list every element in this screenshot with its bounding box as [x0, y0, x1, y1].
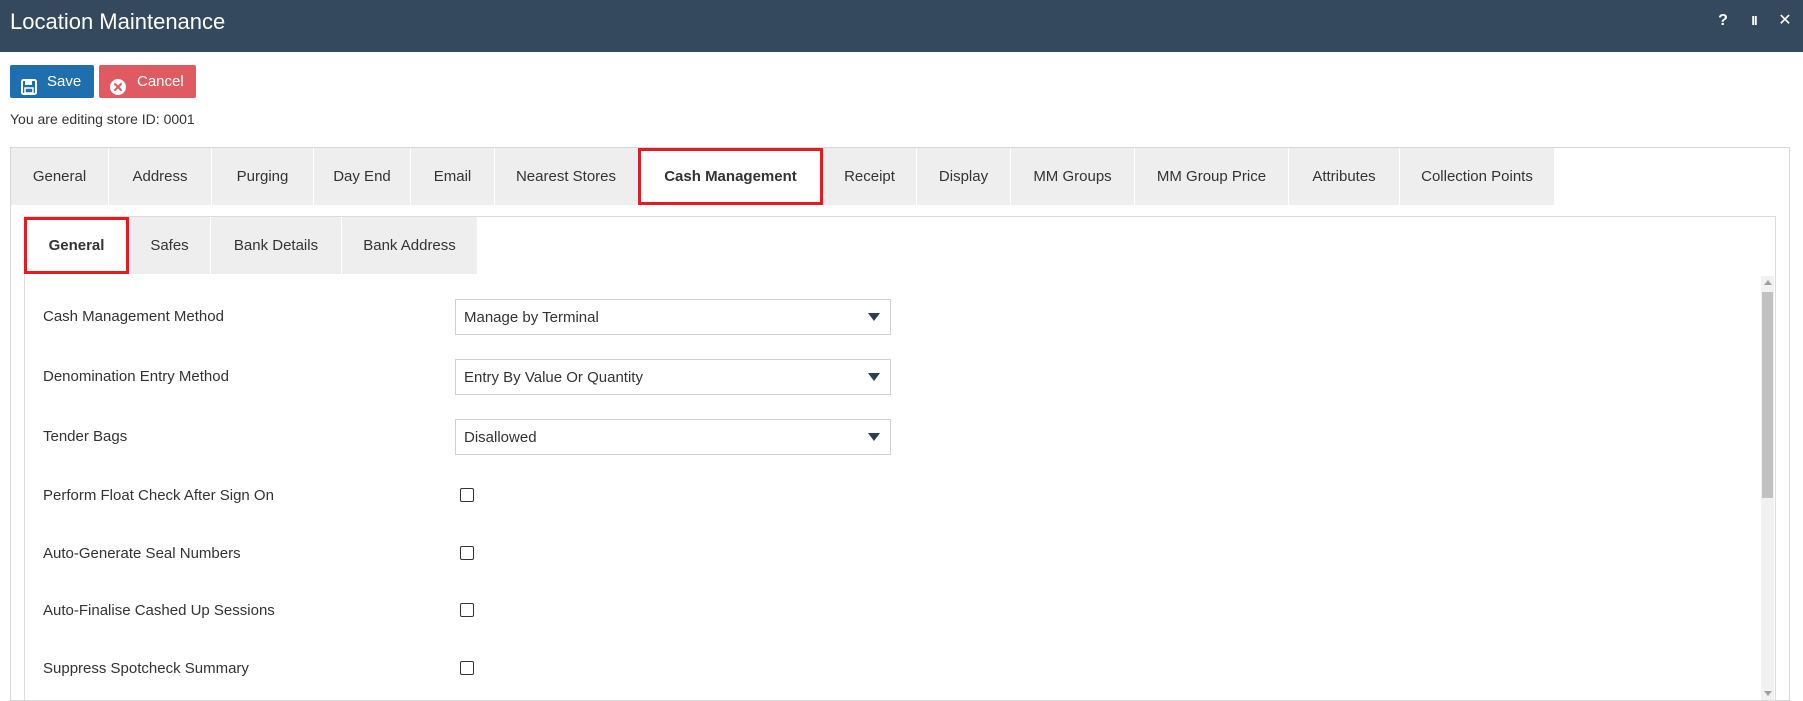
main-tab-bar: General Address Purging Day End Email Ne…	[11, 148, 1555, 205]
tab-receipt[interactable]: Receipt	[823, 148, 917, 205]
cash-management-method-select[interactable]: Manage by Terminal	[455, 299, 891, 335]
auto-generate-seal-numbers-label: Auto-Generate Seal Numbers	[43, 545, 241, 562]
tab-mm-groups[interactable]: MM Groups	[1011, 148, 1135, 205]
chevron-down-icon	[868, 373, 880, 381]
tab-purging[interactable]: Purging	[212, 148, 314, 205]
tab-collection-points[interactable]: Collection Points	[1400, 148, 1555, 205]
denomination-entry-method-select[interactable]: Entry By Value Or Quantity	[455, 359, 891, 395]
cancel-button[interactable]: Cancel	[99, 65, 196, 98]
pause-icon[interactable]: II	[1744, 11, 1764, 31]
window-titlebar: Location Maintenance ? II ✕	[0, 0, 1803, 52]
perform-float-check-label: Perform Float Check After Sign On	[43, 487, 274, 504]
auto-finalise-cashed-up-label: Auto-Finalise Cashed Up Sessions	[43, 602, 275, 619]
chevron-down-icon	[868, 313, 880, 321]
sub-tab-panel	[24, 216, 1776, 701]
window-title: Location Maintenance	[10, 9, 226, 34]
perform-float-check-checkbox[interactable]	[460, 488, 474, 502]
auto-generate-seal-numbers-checkbox[interactable]	[460, 546, 474, 560]
subtab-general[interactable]: General	[24, 217, 129, 274]
editing-store-text: You are editing store ID: 0001	[10, 111, 195, 127]
scrollbar-thumb[interactable]	[1762, 292, 1773, 498]
suppress-spotcheck-summary-label: Suppress Spotcheck Summary	[43, 660, 249, 677]
suppress-spotcheck-summary-checkbox[interactable]	[460, 661, 474, 675]
tab-cash-management[interactable]: Cash Management	[638, 148, 823, 205]
tab-nearest-stores[interactable]: Nearest Stores	[495, 148, 638, 205]
subtab-bank-details[interactable]: Bank Details	[211, 217, 342, 274]
tender-bags-label: Tender Bags	[43, 428, 128, 445]
help-icon[interactable]: ?	[1713, 11, 1733, 31]
chevron-down-icon	[868, 433, 880, 441]
tab-email[interactable]: Email	[411, 148, 495, 205]
save-button[interactable]: Save	[10, 65, 94, 98]
auto-finalise-cashed-up-checkbox[interactable]	[460, 603, 474, 617]
tab-attributes[interactable]: Attributes	[1289, 148, 1400, 205]
floppy-disk-icon	[21, 74, 37, 95]
tab-general[interactable]: General	[11, 148, 109, 205]
cash-management-method-label: Cash Management Method	[43, 308, 224, 325]
close-icon[interactable]: ✕	[1775, 11, 1795, 31]
tender-bags-select[interactable]: Disallowed	[455, 419, 891, 455]
tab-display[interactable]: Display	[917, 148, 1011, 205]
subtab-safes[interactable]: Safes	[129, 217, 211, 274]
scroll-down-icon[interactable]	[1764, 691, 1772, 696]
subtab-bank-address[interactable]: Bank Address	[342, 217, 478, 274]
tab-address[interactable]: Address	[109, 148, 212, 205]
cancel-button-label: Cancel	[137, 73, 184, 90]
form-scrollbar[interactable]	[1761, 276, 1774, 700]
cash-management-method-value: Manage by Terminal	[464, 309, 599, 326]
close-circle-icon	[110, 74, 126, 95]
denomination-entry-method-label: Denomination Entry Method	[43, 368, 229, 385]
sub-tab-bar: General Safes Bank Details Bank Address	[24, 217, 478, 274]
tab-mm-group-price[interactable]: MM Group Price	[1135, 148, 1289, 205]
tender-bags-value: Disallowed	[464, 429, 537, 446]
denomination-entry-method-value: Entry By Value Or Quantity	[464, 369, 643, 386]
save-button-label: Save	[47, 73, 82, 90]
tab-day-end[interactable]: Day End	[314, 148, 411, 205]
scroll-up-icon[interactable]	[1764, 280, 1772, 285]
